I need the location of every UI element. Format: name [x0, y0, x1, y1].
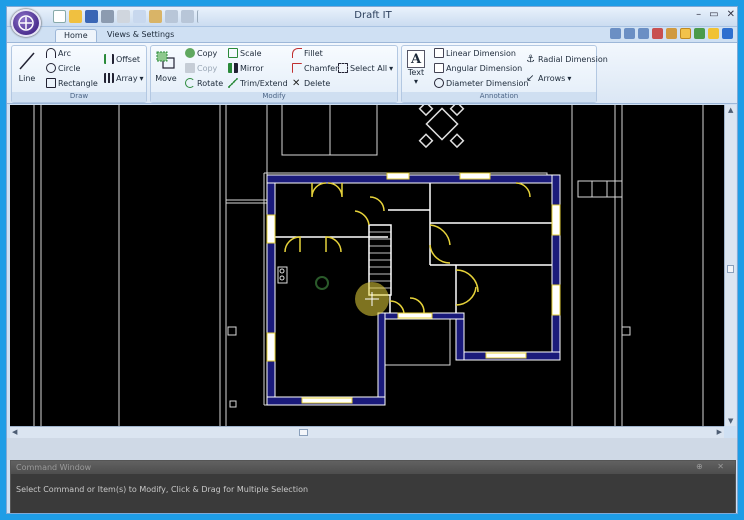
status-spacer — [7, 438, 737, 460]
view-toolbar — [610, 28, 733, 39]
help-icon[interactable] — [708, 28, 719, 39]
angular-dimension-icon — [434, 63, 444, 73]
annotation-group: A Text ▾ Linear Dimension Angular Dimens… — [401, 45, 608, 103]
delete-button[interactable]: ✕ Delete — [292, 78, 330, 89]
command-window-controls[interactable]: ⊕ ✕ — [696, 462, 730, 471]
select-all-button[interactable]: Select All ▾ — [338, 63, 393, 73]
radial-dimension-icon: ⚓ — [526, 54, 535, 65]
window-controls: – ▭ ✕ — [696, 9, 735, 20]
linear-dimension-button[interactable]: Linear Dimension — [434, 48, 516, 58]
chamfer-button[interactable]: Chamfer — [292, 63, 338, 73]
command-window-title: Command Window — [11, 461, 735, 474]
draw-group-label: Draw — [12, 92, 146, 102]
command-prompt[interactable]: Select Command or Item(s) to Modify, Cli… — [16, 485, 308, 494]
delete-icon: ✕ — [292, 78, 301, 89]
linear-dimension-icon — [434, 48, 444, 58]
array-button[interactable]: Array ▾ — [104, 73, 144, 83]
application-menu-button[interactable] — [11, 9, 41, 37]
minimize-button[interactable]: – — [696, 9, 701, 20]
arrows-dropdown-icon: ▾ — [567, 74, 572, 83]
tab-home[interactable]: Home — [55, 29, 97, 42]
zoom-out-icon[interactable] — [624, 28, 635, 39]
modify-group: Move Copy Copy Rotate Scale Mirror Trim/… — [150, 45, 398, 103]
chamfer-icon — [292, 63, 302, 73]
grid-icon[interactable] — [652, 28, 663, 39]
text-dropdown-icon: ▾ — [413, 77, 418, 86]
diameter-dimension-button[interactable]: Diameter Dimension — [434, 78, 528, 88]
vertical-scroll-thumb[interactable] — [727, 265, 734, 273]
trim-extend-button[interactable]: Trim/Extend — [228, 78, 288, 88]
mirror-button[interactable]: Mirror — [228, 63, 264, 73]
vertical-scrollbar[interactable]: ▲ ▼ — [724, 105, 736, 426]
select-all-dropdown-icon: ▾ — [389, 63, 394, 73]
copy-disabled-button: Copy — [185, 63, 217, 73]
circle-button[interactable]: Circle — [46, 63, 80, 73]
array-icon — [104, 73, 114, 83]
rectangle-button[interactable]: Rectangle — [46, 78, 98, 88]
window-title: Draft IT — [354, 10, 392, 21]
app-logo-icon — [18, 15, 34, 31]
array-dropdown-icon: ▾ — [139, 73, 144, 83]
copy-icon — [185, 48, 195, 58]
tab-views-settings[interactable]: Views & Settings — [99, 29, 182, 42]
properties-icon[interactable] — [694, 28, 705, 39]
rotate-icon — [185, 78, 195, 88]
arc-icon — [46, 48, 56, 58]
move-button[interactable]: Move — [153, 50, 179, 83]
title-bar: Draft IT – ▭ ✕ — [7, 7, 737, 27]
offset-button[interactable]: Offset — [104, 54, 140, 64]
scroll-right-icon[interactable]: ▶ — [717, 428, 722, 436]
arc-button[interactable]: Arc — [46, 48, 71, 58]
ribbon: Line Arc Circle Rectangle Offset Array ▾ … — [7, 42, 737, 104]
scroll-down-icon[interactable]: ▼ — [728, 417, 733, 425]
maximize-button[interactable]: ▭ — [709, 9, 718, 20]
horizontal-scroll-thumb[interactable] — [299, 429, 308, 436]
arrow-icon: ↙ — [526, 73, 535, 84]
zoom-extents-icon[interactable] — [638, 28, 649, 39]
fillet-button[interactable]: Fillet — [292, 48, 323, 58]
text-icon: A — [407, 50, 425, 68]
scale-button[interactable]: Scale — [228, 48, 262, 58]
modify-group-label: Modify — [151, 92, 397, 102]
horizontal-scrollbar[interactable]: ◀ ▶ — [10, 426, 724, 438]
rotate-button[interactable]: Rotate — [185, 78, 223, 88]
move-icon — [156, 51, 175, 69]
fillet-icon — [292, 48, 302, 58]
arrows-button[interactable]: ↙ Arrows ▾ — [526, 73, 571, 84]
command-window: Command Window ⊕ ✕ Select Command or Ite… — [10, 460, 736, 513]
line-icon — [19, 52, 35, 70]
info-icon[interactable] — [722, 28, 733, 39]
offset-icon — [104, 54, 114, 64]
layers-icon[interactable] — [680, 28, 691, 39]
select-all-icon — [338, 63, 348, 73]
scroll-up-icon[interactable]: ▲ — [728, 106, 733, 114]
angular-dimension-button[interactable]: Angular Dimension — [434, 63, 522, 73]
drawing-canvas[interactable] — [10, 101, 724, 426]
app-window: Draft IT – ▭ ✕ Home Views & Settings Lin… — [6, 6, 738, 514]
scroll-left-icon[interactable]: ◀ — [12, 428, 17, 436]
rectangle-icon — [46, 78, 56, 88]
copy-disabled-icon — [185, 63, 195, 73]
scale-icon — [228, 48, 238, 58]
text-button[interactable]: A Text ▾ — [404, 50, 428, 86]
zoom-in-icon[interactable] — [610, 28, 621, 39]
radial-dimension-button[interactable]: ⚓ Radial Dimension — [526, 54, 608, 65]
copy-button[interactable]: Copy — [185, 48, 217, 58]
trim-extend-icon — [228, 78, 238, 88]
draw-group: Line Arc Circle Rectangle Offset Array ▾ … — [11, 45, 147, 103]
close-button[interactable]: ✕ — [727, 9, 735, 20]
floor-plan-drawing[interactable] — [10, 101, 724, 426]
line-button[interactable]: Line — [15, 50, 39, 83]
annotation-group-label: Annotation — [402, 92, 596, 102]
snap-icon[interactable] — [666, 28, 677, 39]
diameter-dimension-icon — [434, 78, 444, 88]
mirror-icon — [228, 63, 238, 73]
circle-icon — [46, 63, 56, 73]
